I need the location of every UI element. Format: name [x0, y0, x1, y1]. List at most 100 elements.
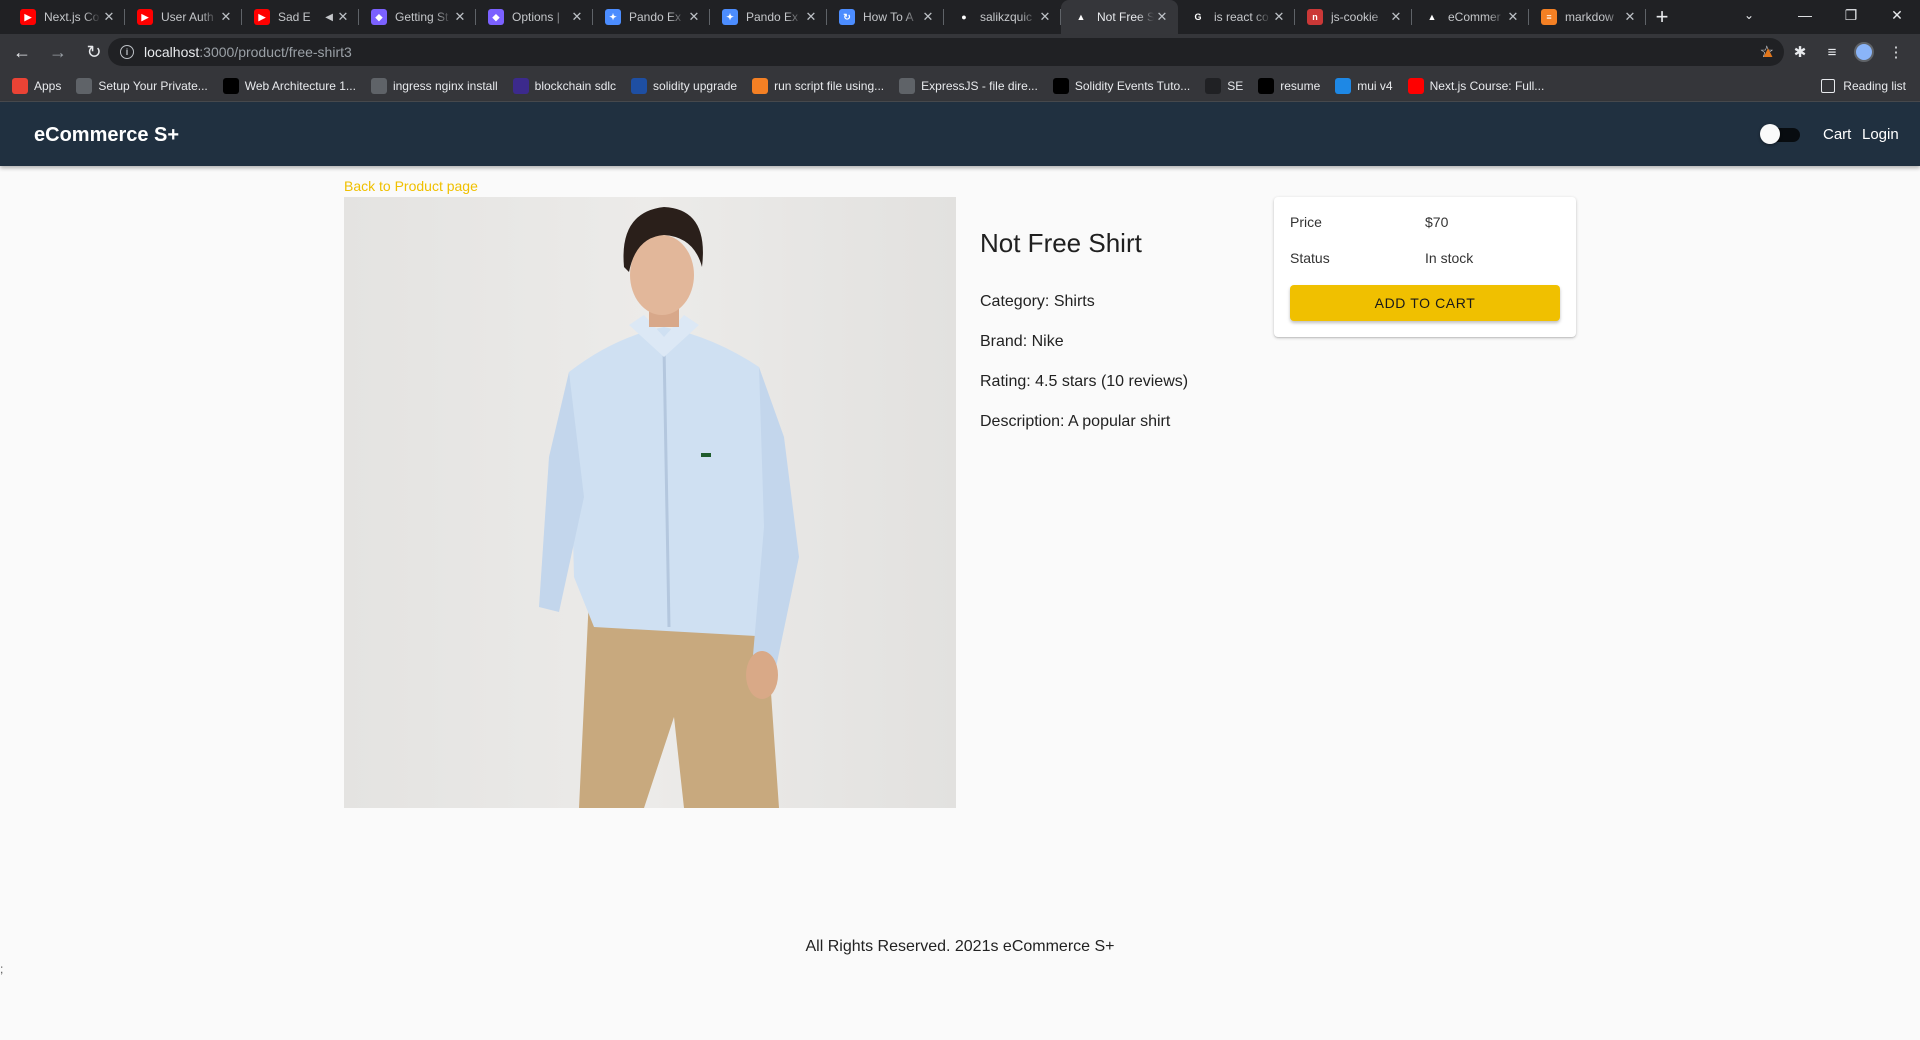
close-tab-icon[interactable]: ✕: [569, 9, 585, 25]
reload-icon[interactable]: ↻: [80, 38, 108, 66]
bookmark-favicon-icon: [1258, 77, 1275, 94]
bookmark-item[interactable]: blockchain sdlc: [512, 77, 617, 94]
product-brand: Brand: Nike: [980, 333, 1064, 350]
browser-tab[interactable]: ● salikzquic ✕: [944, 0, 1061, 34]
switch-thumb: [1760, 124, 1780, 144]
bookmark-item[interactable]: run script file using...: [752, 77, 884, 94]
close-tab-icon[interactable]: ✕: [1622, 9, 1638, 25]
price-value: $70: [1425, 214, 1449, 230]
tab-search-chevron-icon[interactable]: ⌄: [1734, 2, 1764, 28]
bookmark-favicon-icon: [512, 77, 529, 94]
tab-list: ▶ Next.js Co ✕ ▶ User Auth ✕ ▶ Sad E ◀ ✕ ◆ Getting …: [0, 0, 1646, 34]
forward-arrow-icon[interactable]: →: [44, 38, 72, 66]
bookmark-favicon-icon: [1052, 77, 1069, 94]
new-tab-button[interactable]: +: [1646, 0, 1678, 34]
login-link[interactable]: Login: [1862, 126, 1899, 143]
brand-link[interactable]: eCommerce S+: [34, 124, 179, 147]
npm-icon: n: [1307, 9, 1323, 25]
back-to-products-link[interactable]: Back to Product page: [344, 178, 478, 194]
browser-tab[interactable]: ▶ Sad E ◀ ✕: [242, 0, 359, 34]
tab-title: Not Free S: [1097, 10, 1154, 24]
stackoverflow-icon: ≡: [1541, 9, 1557, 25]
dark-mode-switch[interactable]: [1760, 124, 1802, 144]
bookmark-item[interactable]: ExpressJS - file dire...: [899, 77, 1038, 94]
bookmark-favicon-icon: [1407, 77, 1424, 94]
bookmark-item[interactable]: Solidity Events Tuto...: [1052, 77, 1190, 94]
close-tab-icon[interactable]: ✕: [803, 9, 819, 25]
browser-tab[interactable]: ✦ Pando Ex ✕: [710, 0, 827, 34]
pando-icon: ✦: [722, 9, 738, 25]
browser-tab[interactable]: ▲ eCommer ✕: [1412, 0, 1529, 34]
bookmark-item[interactable]: SE: [1205, 77, 1243, 94]
bookmark-item[interactable]: Apps: [12, 77, 61, 94]
site-info-icon[interactable]: i: [120, 45, 134, 59]
bookmark-item[interactable]: mui v4: [1335, 77, 1393, 94]
shield-icon: ◆: [488, 9, 504, 25]
browser-tab[interactable]: Gis react co ✕: [1178, 0, 1295, 34]
github-icon: ●: [961, 12, 967, 22]
close-tab-icon[interactable]: ✕: [1271, 9, 1287, 25]
product-title: Not Free Shirt: [980, 228, 1142, 258]
bookmark-favicon-icon: [631, 77, 648, 94]
close-tab-icon[interactable]: ✕: [686, 9, 702, 25]
url-path: :3000/product/free-shirt3: [199, 44, 352, 60]
bookmark-label: mui v4: [1357, 78, 1393, 93]
close-tab-icon[interactable]: ✕: [1505, 9, 1521, 25]
bookmark-item[interactable]: ingress nginx install: [370, 77, 498, 94]
media-queue-icon[interactable]: ≡: [1820, 40, 1844, 64]
browser-tab[interactable]: ◆ Getting St ✕: [359, 0, 476, 34]
browser-tab[interactable]: ▲ Not Free S ✕: [1061, 0, 1178, 34]
purchase-card: Price $70 Status In stock ADD TO CART: [1274, 197, 1576, 337]
browser-tab[interactable]: ≡ markdow ✕: [1529, 0, 1646, 34]
tab-title: Options |: [512, 10, 560, 24]
bookmark-label: Next.js Course: Full...: [1429, 78, 1545, 93]
add-to-cart-button[interactable]: ADD TO CART: [1290, 285, 1560, 321]
close-tab-icon[interactable]: ✕: [101, 9, 117, 25]
bookmark-label: resume: [1280, 78, 1321, 93]
bookmark-item[interactable]: Setup Your Private...: [76, 77, 208, 94]
cart-link[interactable]: Cart: [1823, 126, 1851, 143]
browser-tab[interactable]: n js-cookie ✕: [1295, 0, 1412, 34]
bookmark-item[interactable]: solidity upgrade: [631, 77, 738, 94]
product-description: Description: A popular shirt: [980, 413, 1171, 430]
triangle-icon: ▲: [1427, 12, 1437, 22]
url-host: localhost: [144, 44, 200, 60]
browser-tab[interactable]: ▶ User Auth ✕: [125, 0, 242, 34]
close-tab-icon[interactable]: ✕: [1037, 9, 1053, 25]
window-controls: — ❐ ✕: [1782, 0, 1920, 30]
browser-tab[interactable]: ↻ How To A ✕: [827, 0, 944, 34]
bookmark-favicon-icon: [1205, 77, 1222, 94]
bookmark-item[interactable]: Web Architecture 1...: [222, 77, 356, 94]
close-tab-icon[interactable]: ✕: [218, 9, 234, 25]
close-tab-icon[interactable]: ✕: [1388, 9, 1404, 25]
close-window-icon[interactable]: ✕: [1874, 0, 1920, 30]
restore-icon[interactable]: ❐: [1828, 0, 1874, 30]
browser-tab[interactable]: ◆ Options | ✕: [476, 0, 593, 34]
close-tab-icon[interactable]: ✕: [920, 9, 936, 25]
address-bar[interactable]: i localhost:3000/product/free-shirt3 ☆: [108, 38, 1784, 66]
back-arrow-icon[interactable]: ←: [8, 38, 36, 66]
extensions-puzzle-icon[interactable]: ✱: [1788, 40, 1812, 64]
tab-title: js-cookie: [1331, 10, 1379, 24]
browser-tab[interactable]: ✦ Pando Ex ✕: [593, 0, 710, 34]
browser-tab[interactable]: ▶ Next.js Co ✕: [8, 0, 125, 34]
browser-menu-icon[interactable]: ⋮: [1884, 40, 1908, 64]
close-tab-icon[interactable]: ✕: [452, 9, 468, 25]
minimize-icon[interactable]: —: [1782, 0, 1828, 30]
reading-list-button[interactable]: Reading list: [1821, 70, 1906, 102]
audio-speaker-icon[interactable]: ◀: [325, 12, 333, 23]
bookmark-item[interactable]: Next.js Course: Full...: [1407, 77, 1545, 94]
app-navbar: eCommerce S+ Cart Login: [0, 102, 1920, 166]
bookmark-label: blockchain sdlc: [534, 78, 617, 93]
close-tab-icon[interactable]: ✕: [335, 9, 351, 25]
status-label: Status: [1290, 250, 1330, 266]
bookmark-favicon-icon: [370, 77, 387, 94]
bookmark-label: solidity upgrade: [653, 78, 738, 93]
metamask-fox-icon[interactable]: ▲: [1756, 40, 1780, 64]
tab-title: markdow: [1565, 10, 1614, 24]
tab-title: Pando Ex: [629, 10, 682, 24]
close-tab-icon[interactable]: ✕: [1154, 9, 1170, 25]
bookmark-item[interactable]: resume: [1258, 77, 1321, 94]
product-image: [344, 197, 956, 808]
profile-avatar[interactable]: [1852, 40, 1876, 64]
